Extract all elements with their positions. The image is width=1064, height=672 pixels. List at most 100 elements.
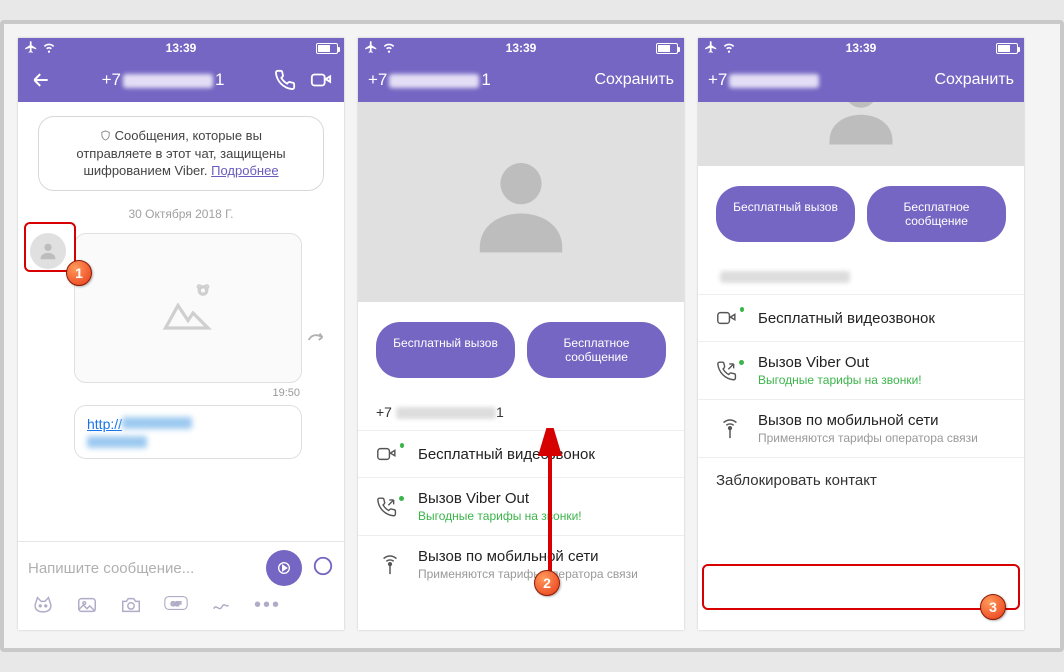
- video-call-row[interactable]: Бесплатный видеозвонок: [358, 430, 684, 477]
- encryption-banner: Сообщения, которые вы отправляете в этот…: [38, 116, 324, 191]
- wifi-icon: [382, 40, 396, 57]
- image-attachment[interactable]: [74, 233, 302, 383]
- row-sublabel: Выгодные тарифы на звонки!: [418, 509, 582, 523]
- viber-out-row[interactable]: Вызов Viber Out Выгодные тарифы на звонк…: [358, 477, 684, 535]
- tutorial-stage: 13:39 +71 Сообщения,: [0, 20, 1064, 652]
- row-label-group: Вызов Viber Out Выгодные тарифы на звонк…: [758, 354, 922, 387]
- free-call-button[interactable]: Бесплатный вызов: [376, 322, 515, 378]
- chat-body: Сообщения, которые вы отправляете в этот…: [18, 102, 344, 630]
- profile-navbar: +7 Сохранить: [698, 58, 1024, 102]
- antenna-icon: [376, 554, 404, 576]
- camera-icon[interactable]: [120, 594, 142, 622]
- composer-toolbar: GIF •••: [28, 592, 334, 624]
- airplane-icon: [24, 40, 38, 57]
- profile-title: +7: [708, 70, 821, 90]
- video-icon: [376, 443, 404, 465]
- composer: Напишите сообщение... GIF •••: [18, 541, 344, 630]
- antenna-icon: [716, 418, 744, 440]
- clock-label: 13:39: [698, 41, 1024, 55]
- chat-navbar: +71: [18, 58, 344, 102]
- video-call-row[interactable]: Бесплатный видеозвонок: [698, 294, 1024, 341]
- gif-icon[interactable]: GIF: [164, 594, 188, 622]
- cellular-call-row[interactable]: Вызов по мобильной сети Применяются тари…: [358, 535, 684, 593]
- wifi-icon: [42, 40, 56, 57]
- cellular-call-row[interactable]: Вызов по мобильной сети Применяются тари…: [698, 399, 1024, 457]
- row-sublabel: Применяются тарифы оператора связи: [758, 431, 978, 445]
- phone-screen-3: 13:39 +7 Сохранить Бесплатный вызов Бесп…: [698, 38, 1024, 630]
- emoji-panel-icon[interactable]: [312, 555, 334, 582]
- profile-body: Бесплатный вызов Бесплатное сообщение +7…: [358, 102, 684, 630]
- redacted-number: [729, 74, 819, 88]
- clock-label: 13:39: [18, 41, 344, 55]
- chat-title[interactable]: +71: [64, 70, 262, 90]
- shield-icon: [100, 128, 115, 143]
- phone-out-icon: [376, 496, 404, 518]
- row-label: Вызов Viber Out: [418, 490, 582, 507]
- row-sublabel: Выгодные тарифы на звонки!: [758, 373, 922, 387]
- video-icon: [716, 307, 744, 329]
- doodle-icon[interactable]: [210, 594, 232, 622]
- redacted-link-2: [87, 436, 147, 448]
- action-pills: Бесплатный вызов Бесплатное сообщение: [698, 166, 1024, 262]
- row-label: Вызов по мобильной сети: [418, 548, 638, 565]
- block-contact-row[interactable]: Заблокировать контакт: [698, 457, 1024, 503]
- call-icon[interactable]: [272, 67, 298, 93]
- phone-screen-1: 13:39 +71 Сообщения,: [18, 38, 344, 630]
- phone-screen-2: 13:39 +71 Сохранить Бесплатный вызов Бес…: [358, 38, 684, 630]
- message-input[interactable]: Напишите сообщение...: [28, 560, 256, 577]
- save-button[interactable]: Сохранить: [594, 71, 674, 89]
- phone-number-label: [698, 262, 1024, 294]
- clock-label: 13:39: [358, 41, 684, 55]
- battery-icon: [996, 43, 1018, 54]
- action-pills: Бесплатный вызов Бесплатное сообщение: [358, 302, 684, 398]
- phone-number-label: +71: [358, 398, 684, 430]
- row-label-group: Вызов по мобильной сети Применяются тари…: [418, 548, 638, 581]
- airplane-icon: [704, 40, 718, 57]
- row-label: Бесплатный видеозвонок: [758, 310, 935, 327]
- profile-avatar[interactable]: [358, 102, 684, 302]
- message-time: 19:50: [74, 387, 300, 399]
- redacted-number: [720, 271, 850, 283]
- message-bubble[interactable]: 19:50 http://: [74, 233, 302, 459]
- redacted-number: [123, 74, 213, 88]
- video-icon[interactable]: [308, 67, 334, 93]
- annotation-badge-3: 3: [980, 594, 1006, 620]
- send-button[interactable]: [266, 550, 302, 586]
- wifi-icon: [722, 40, 736, 57]
- status-bar: 13:39: [18, 38, 344, 58]
- redacted-number: [396, 407, 496, 419]
- free-message-button[interactable]: Бесплатное сообщение: [867, 186, 1006, 242]
- row-label: Вызов Viber Out: [758, 354, 922, 371]
- phone-out-icon: [716, 360, 744, 382]
- profile-body-scrolled: Бесплатный вызов Бесплатное сообщение Бе…: [698, 102, 1024, 630]
- row-sublabel: Применяются тарифы оператора связи: [418, 567, 638, 581]
- cat-sticker-icon[interactable]: [32, 594, 54, 622]
- back-icon[interactable]: [28, 67, 54, 93]
- battery-icon: [316, 43, 338, 54]
- date-separator: 30 Октября 2018 Г.: [18, 207, 344, 221]
- redacted-link: [122, 417, 192, 429]
- row-label: Бесплатный видеозвонок: [418, 446, 595, 463]
- svg-text:GIF: GIF: [171, 601, 182, 608]
- battery-icon: [656, 43, 678, 54]
- status-bar: 13:39: [698, 38, 1024, 58]
- message-link[interactable]: http://: [87, 416, 192, 432]
- row-label-group: Вызов Viber Out Выгодные тарифы на звонк…: [418, 490, 582, 523]
- redacted-number: [389, 74, 479, 88]
- status-bar: 13:39: [358, 38, 684, 58]
- airplane-icon: [364, 40, 378, 57]
- more-icon[interactable]: •••: [254, 594, 281, 622]
- viber-out-row[interactable]: Вызов Viber Out Выгодные тарифы на звонк…: [698, 341, 1024, 399]
- avatar[interactable]: [30, 233, 66, 269]
- free-message-button[interactable]: Бесплатное сообщение: [527, 322, 666, 378]
- annotation-badge-1: 1: [66, 260, 92, 286]
- row-label-group: Вызов по мобильной сети Применяются тари…: [758, 412, 978, 445]
- profile-title: +71: [368, 70, 491, 90]
- learn-more-link[interactable]: Подробнее: [211, 163, 278, 178]
- profile-avatar[interactable]: [698, 102, 1024, 166]
- link-message[interactable]: http://: [74, 405, 302, 459]
- free-call-button[interactable]: Бесплатный вызов: [716, 186, 855, 242]
- forward-icon[interactable]: [305, 329, 327, 356]
- gallery-icon[interactable]: [76, 594, 98, 622]
- save-button[interactable]: Сохранить: [934, 71, 1014, 89]
